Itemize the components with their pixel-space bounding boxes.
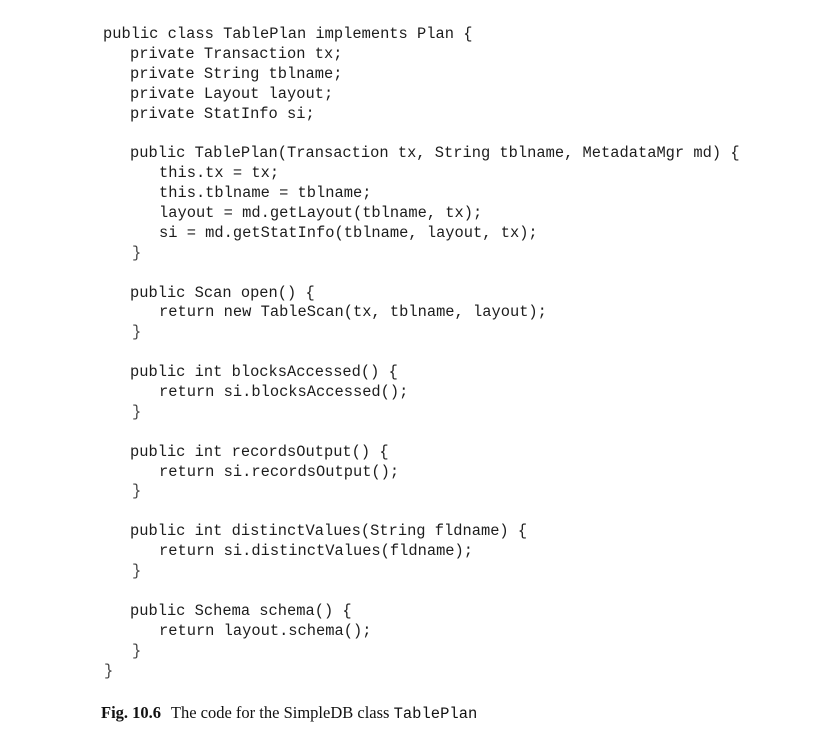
figure-caption: Fig. 10.6 The code for the SimpleDB clas… (101, 703, 477, 723)
code-line: private Transaction tx; (130, 44, 343, 63)
caption-class-name: TablePlan (393, 705, 478, 723)
code-line: } (132, 641, 142, 660)
code-line: return new TableScan(tx, tblname, layout… (159, 303, 547, 322)
code-line: } (132, 243, 142, 262)
code-listing: public class TablePlan implements Plan {… (0, 25, 740, 681)
code-line: } (132, 402, 142, 421)
code-line: public class TablePlan implements Plan { (103, 25, 473, 43)
code-line: public int distinctValues(String fldname… (130, 522, 528, 541)
code-line: return si.recordsOutput(); (159, 462, 400, 481)
code-line: this.tx = tx; (159, 164, 280, 183)
code-line: } (132, 562, 142, 581)
code-line: } (104, 661, 114, 680)
code-line: return layout.schema(); (159, 621, 372, 640)
code-line: this.tblname = tblname; (159, 184, 372, 203)
caption-text: The code for the SimpleDB class (170, 703, 390, 722)
code-line: public Scan open() { (130, 283, 315, 302)
code-line: si = md.getStatInfo(tblname, layout, tx)… (159, 223, 538, 242)
code-line: public int blocksAccessed() { (130, 363, 398, 382)
code-line: private String tblname; (130, 64, 343, 83)
figure-label: Fig. 10.6 (101, 703, 162, 722)
code-line: } (132, 323, 142, 342)
code-line: layout = md.getLayout(tblname, tx); (159, 204, 483, 223)
code-line: public Schema schema() { (130, 601, 352, 620)
code-line: } (132, 482, 142, 501)
code-line: return si.blocksAccessed(); (159, 383, 409, 402)
document-page: public class TablePlan implements Plan {… (0, 0, 839, 753)
code-line: private Layout layout; (130, 84, 334, 103)
code-line: public TablePlan(Transaction tx, String … (130, 144, 740, 163)
code-line: public int recordsOutput() { (130, 442, 389, 461)
code-line: private StatInfo si; (130, 104, 315, 123)
code-line: return si.distinctValues(fldname); (159, 542, 474, 561)
